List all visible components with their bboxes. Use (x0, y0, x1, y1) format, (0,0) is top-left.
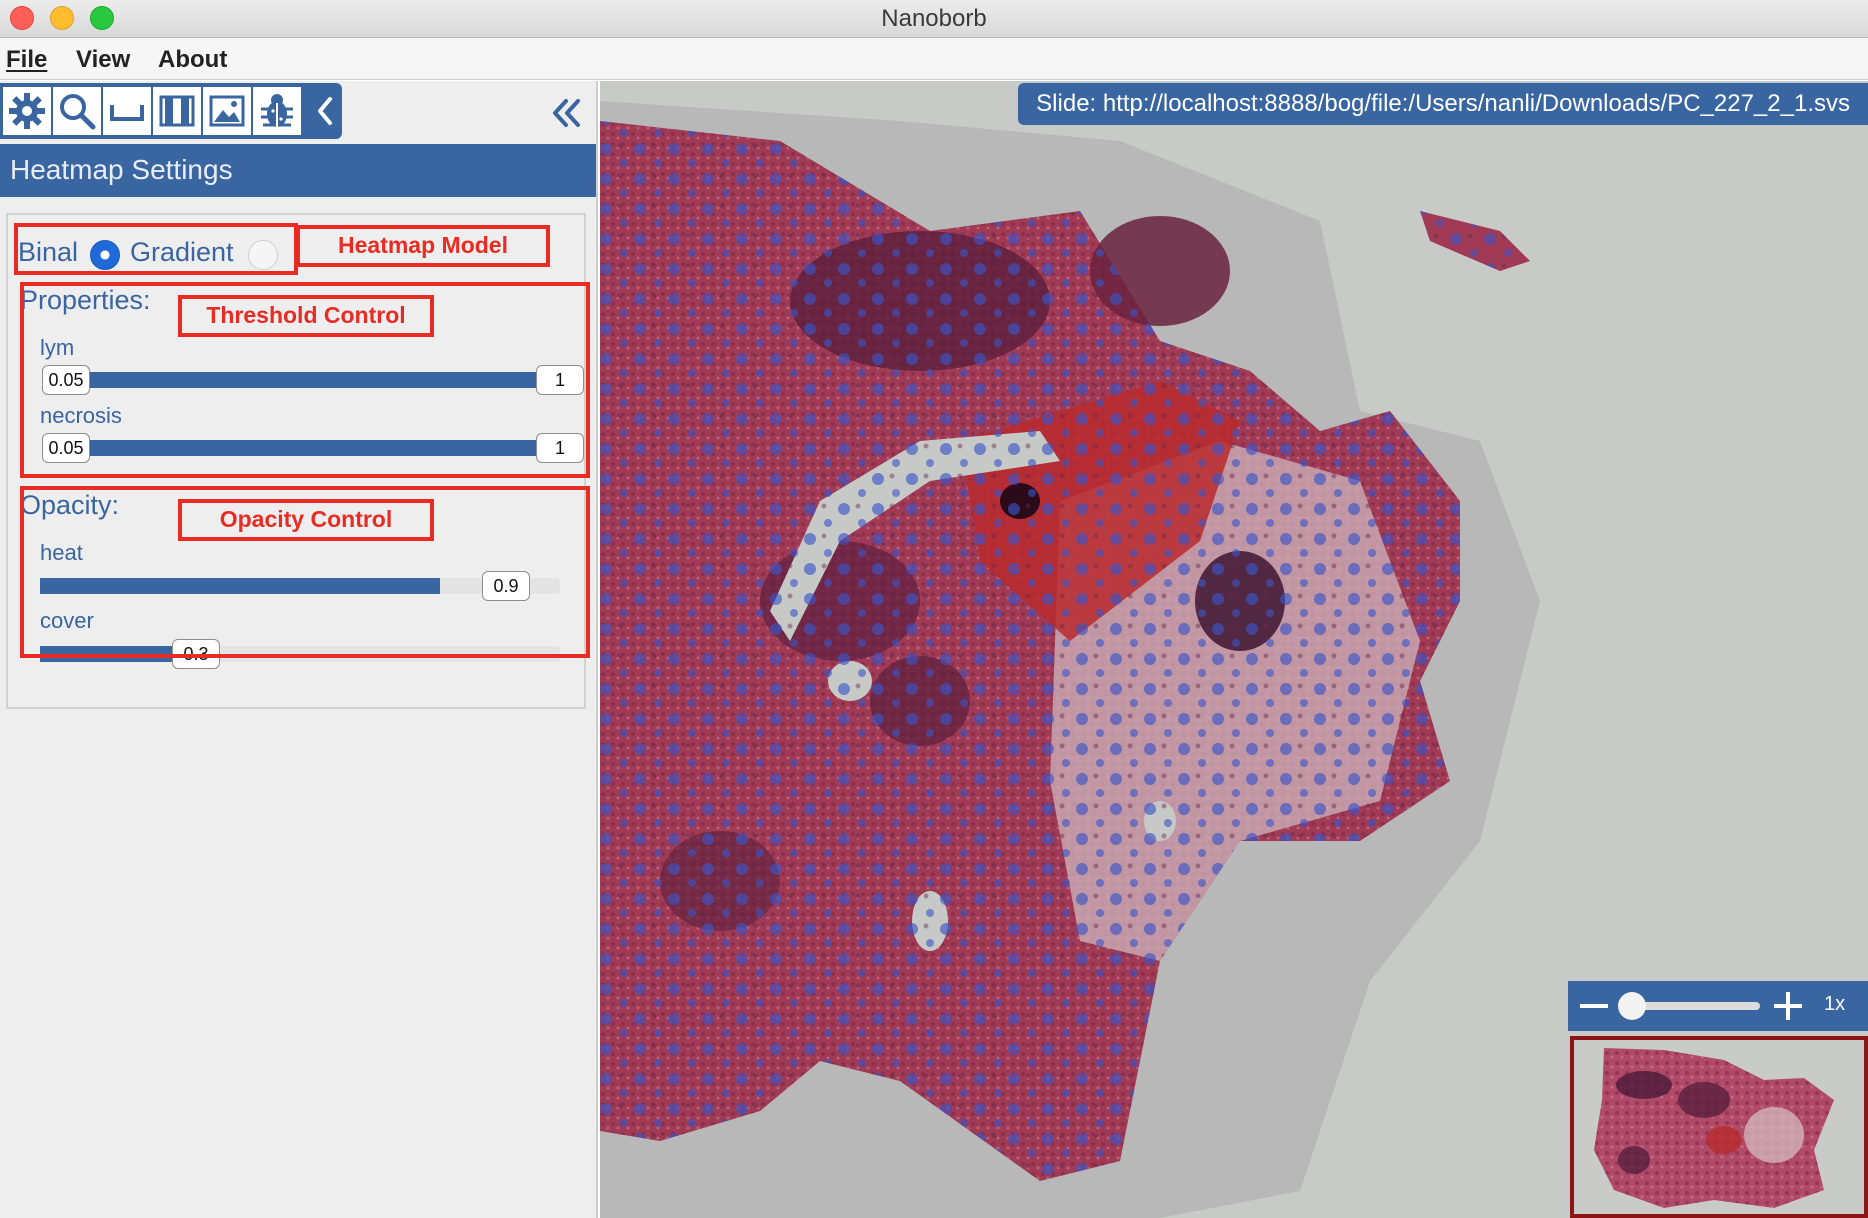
image-icon (209, 95, 245, 127)
sidebar: Heatmap Settings Binal Gradient Properti… (0, 81, 598, 1218)
menu-about[interactable]: About (158, 46, 227, 74)
zoom-control: 1x (1568, 981, 1868, 1031)
zoom-level: 1x (1824, 993, 1846, 1015)
ruler-icon (110, 105, 144, 121)
measure-tool-button[interactable] (102, 86, 152, 136)
window-title: Nanoborb (881, 5, 987, 32)
minimap-thumbnail (1574, 1040, 1864, 1214)
menu-view[interactable]: View (76, 46, 130, 74)
search-tool-button[interactable] (52, 86, 102, 136)
panels-icon (159, 95, 195, 127)
zoom-slider-handle[interactable] (1618, 992, 1646, 1020)
menu-bar: File View About (0, 38, 1868, 80)
opacity-control-annotation: Opacity Control (178, 499, 434, 541)
minimap[interactable] (1570, 1036, 1868, 1218)
threshold-control-annotation: Threshold Control (178, 295, 434, 337)
slide-path-label: Slide: http://localhost:8888/bog/file:/U… (1018, 83, 1868, 125)
panel-title: Heatmap Settings (0, 144, 596, 197)
tool-bar (0, 83, 342, 139)
menu-file[interactable]: File (6, 46, 47, 74)
chevron-left-icon (318, 97, 332, 125)
heatmap-model-highlight (14, 223, 298, 275)
panels-tool-button[interactable] (152, 86, 202, 136)
zoom-in-icon-vertical (1786, 992, 1790, 1020)
toolbar-hide-button[interactable] (310, 93, 340, 129)
heatmap-model-annotation: Heatmap Model (296, 225, 550, 267)
zoom-out-icon[interactable] (1580, 1004, 1608, 1008)
image-tool-button[interactable] (202, 86, 252, 136)
settings-tool-button[interactable] (2, 86, 52, 136)
collapse-sidebar-button[interactable] (548, 95, 584, 131)
search-icon (60, 94, 96, 130)
double-chevron-left-icon (553, 99, 580, 127)
gear-icon (9, 93, 45, 129)
bug-icon (261, 94, 293, 127)
title-bar: Nanoborb (0, 0, 1868, 38)
debug-tool-button[interactable] (252, 86, 302, 136)
